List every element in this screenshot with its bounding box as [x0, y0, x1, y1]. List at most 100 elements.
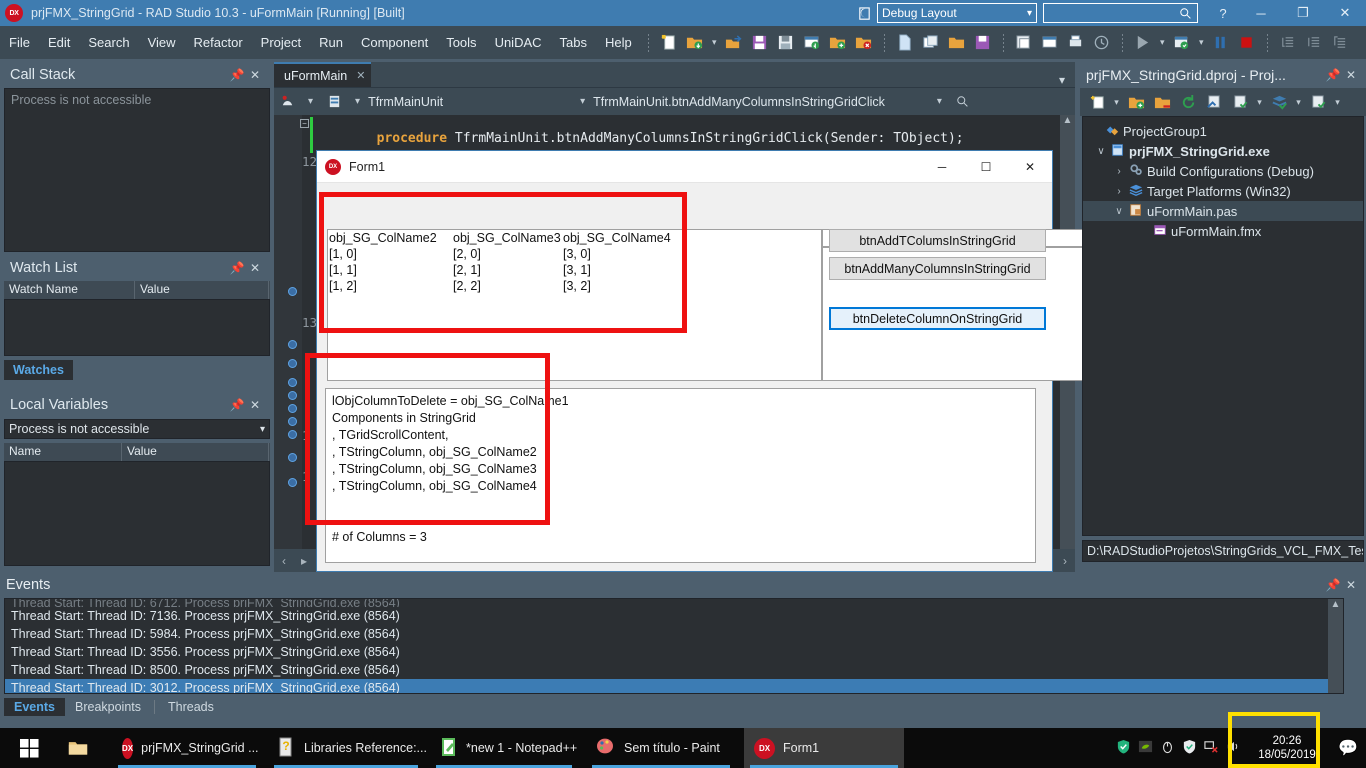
- pin-icon[interactable]: 📌: [228, 259, 246, 277]
- event-row[interactable]: Thread Start: Thread ID: 5984. Process p…: [5, 625, 1343, 643]
- next-icon[interactable]: ›: [1055, 554, 1075, 568]
- build-icon[interactable]: [1202, 90, 1226, 114]
- shield-green-icon[interactable]: [1112, 739, 1134, 757]
- events-list[interactable]: Thread Start: Thread ID: 6712. Process p…: [4, 598, 1344, 694]
- close-icon[interactable]: ✕: [246, 66, 264, 84]
- menu-item-tools[interactable]: Tools: [437, 33, 485, 52]
- chevron-down-icon[interactable]: ▾: [300, 96, 321, 107]
- save-project-icon[interactable]: [800, 31, 824, 55]
- print-icon[interactable]: [1064, 31, 1088, 55]
- scroll-up-icon[interactable]: ▲: [1328, 599, 1343, 615]
- menu-item-component[interactable]: Component: [352, 33, 437, 52]
- chevron-down-icon[interactable]: ▾: [1195, 37, 1208, 48]
- nav-member-name[interactable]: TfrmMainUnit.btnAddManyColumnsInStringGr…: [593, 95, 885, 109]
- run-icon[interactable]: [1131, 31, 1155, 55]
- menu-item-search[interactable]: Search: [79, 33, 138, 52]
- save-file-icon[interactable]: [971, 31, 995, 55]
- reopen-icon[interactable]: [722, 31, 746, 55]
- pin-icon[interactable]: 📌: [1324, 576, 1342, 594]
- remove-folder-icon[interactable]: [1150, 90, 1174, 114]
- breakpoint-icon[interactable]: [287, 417, 297, 426]
- form1-maximize-button[interactable]: ☐: [964, 151, 1008, 182]
- start-button[interactable]: [6, 728, 52, 768]
- windows-defender-icon[interactable]: [1178, 739, 1200, 757]
- event-row[interactable]: Thread Start: Thread ID: 7136. Process p…: [5, 607, 1343, 625]
- close-icon[interactable]: ✕: [356, 69, 365, 82]
- open-project2-icon[interactable]: [1038, 31, 1062, 55]
- save-all-files-icon[interactable]: [1012, 31, 1036, 55]
- build-config-icon[interactable]: [1228, 90, 1252, 114]
- chevron-down-icon[interactable]: ▾: [1049, 73, 1075, 87]
- tab-watches[interactable]: Watches: [4, 360, 73, 380]
- watch-list-body[interactable]: [4, 299, 270, 356]
- tree-item-build-configurations[interactable]: › Build Configurations (Debug): [1083, 161, 1363, 181]
- taskbar-item-rad-studio[interactable]: DX prjFMX_StringGrid ...: [112, 728, 262, 768]
- taskbar-item-libraries-reference[interactable]: ? Libraries Reference:...: [268, 728, 427, 768]
- new-item-icon[interactable]: [657, 31, 681, 55]
- column-header-value[interactable]: Value: [122, 443, 269, 461]
- breakpoint-icon[interactable]: [287, 478, 297, 487]
- menu-item-refactor[interactable]: Refactor: [185, 33, 252, 52]
- column-header-watch-name[interactable]: Watch Name: [4, 281, 135, 299]
- event-row-selected[interactable]: Thread Start: Thread ID: 3012. Process p…: [5, 679, 1343, 693]
- tree-expander[interactable]: ∨: [1111, 206, 1127, 217]
- history-icon[interactable]: [1090, 31, 1114, 55]
- platforms-icon[interactable]: [1267, 90, 1291, 114]
- chevron-down-icon[interactable]: ▾: [1331, 97, 1344, 108]
- restore-button[interactable]: ❐: [1282, 0, 1324, 26]
- pause-icon[interactable]: [1209, 31, 1233, 55]
- breakpoint-icon[interactable]: [287, 359, 297, 368]
- grid-header-cell[interactable]: [672, 230, 821, 246]
- step-out-icon[interactable]: [1328, 31, 1352, 55]
- network-error-icon[interactable]: [1200, 739, 1222, 757]
- help-button[interactable]: ?: [1206, 0, 1240, 26]
- chevron-down-icon[interactable]: ▾: [347, 96, 368, 107]
- play-icon[interactable]: ▸: [294, 554, 314, 568]
- chevron-down-icon[interactable]: ▾: [1156, 37, 1169, 48]
- local-variables-body[interactable]: [4, 461, 270, 566]
- unit-icon[interactable]: [322, 90, 346, 114]
- menu-item-view[interactable]: View: [139, 33, 185, 52]
- close-icon[interactable]: ✕: [1342, 576, 1360, 594]
- chevron-down-icon[interactable]: ▾: [1253, 97, 1266, 108]
- grid-cell[interactable]: [672, 246, 821, 262]
- action-center-icon[interactable]: 💬: [1330, 738, 1366, 758]
- add-folder-icon[interactable]: [1124, 90, 1148, 114]
- breakpoint-icon[interactable]: [287, 391, 297, 400]
- form1-close-button[interactable]: ✕: [1008, 151, 1052, 182]
- local-variables-thread-combo[interactable]: Process is not accessible ▾: [4, 419, 270, 439]
- tree-item-exe[interactable]: ∨ prjFMX_StringGrid.exe: [1083, 141, 1363, 161]
- btn-add-many-columns-in-string-grid[interactable]: btnAddManyColumnsInStringGrid: [829, 257, 1046, 280]
- btn-delete-column-on-string-grid[interactable]: btnDeleteColumnOnStringGrid: [829, 307, 1046, 330]
- close-icon[interactable]: ✕: [246, 259, 264, 277]
- remove-file-icon[interactable]: [852, 31, 876, 55]
- event-row[interactable]: Thread Start: Thread ID: 6712. Process p…: [5, 599, 1343, 607]
- tree-item-project-group[interactable]: ProjectGroup1: [1083, 121, 1363, 141]
- breakpoint-column[interactable]: [282, 115, 302, 572]
- open-project-icon[interactable]: [683, 31, 707, 55]
- new-window-icon[interactable]: [919, 31, 943, 55]
- grid-cell[interactable]: [672, 278, 821, 294]
- tab-breakpoints[interactable]: Breakpoints: [65, 698, 151, 716]
- taskbar-item-form1[interactable]: DX Form1: [744, 728, 904, 768]
- event-row[interactable]: Thread Start: Thread ID: 8500. Process p…: [5, 661, 1343, 679]
- breakpoint-icon[interactable]: [287, 404, 297, 413]
- run-without-debugging-icon[interactable]: [1170, 31, 1194, 55]
- taskbar-item-paint[interactable]: Sem título - Paint: [586, 728, 736, 768]
- stop-icon[interactable]: [1235, 31, 1259, 55]
- menu-item-run[interactable]: Run: [310, 33, 352, 52]
- minimize-button[interactable]: ─: [1240, 0, 1282, 26]
- tree-expander[interactable]: ›: [1111, 166, 1127, 177]
- menu-item-project[interactable]: Project: [252, 33, 310, 52]
- chevron-down-icon[interactable]: ▾: [1110, 97, 1123, 108]
- add-file-icon[interactable]: [826, 31, 850, 55]
- open-file-icon[interactable]: [945, 31, 969, 55]
- chevron-down-icon[interactable]: ▾: [885, 96, 950, 107]
- close-icon[interactable]: ✕: [1342, 66, 1360, 84]
- menu-item-help[interactable]: Help: [596, 33, 641, 52]
- nav-unit-name[interactable]: TfrmMainUnit: [368, 95, 443, 109]
- chevron-down-icon[interactable]: ▾: [708, 37, 721, 48]
- tree-item-target-platforms[interactable]: › Target Platforms (Win32): [1083, 181, 1363, 201]
- taskbar-file-explorer[interactable]: [58, 728, 98, 768]
- refresh-icon[interactable]: [1176, 90, 1200, 114]
